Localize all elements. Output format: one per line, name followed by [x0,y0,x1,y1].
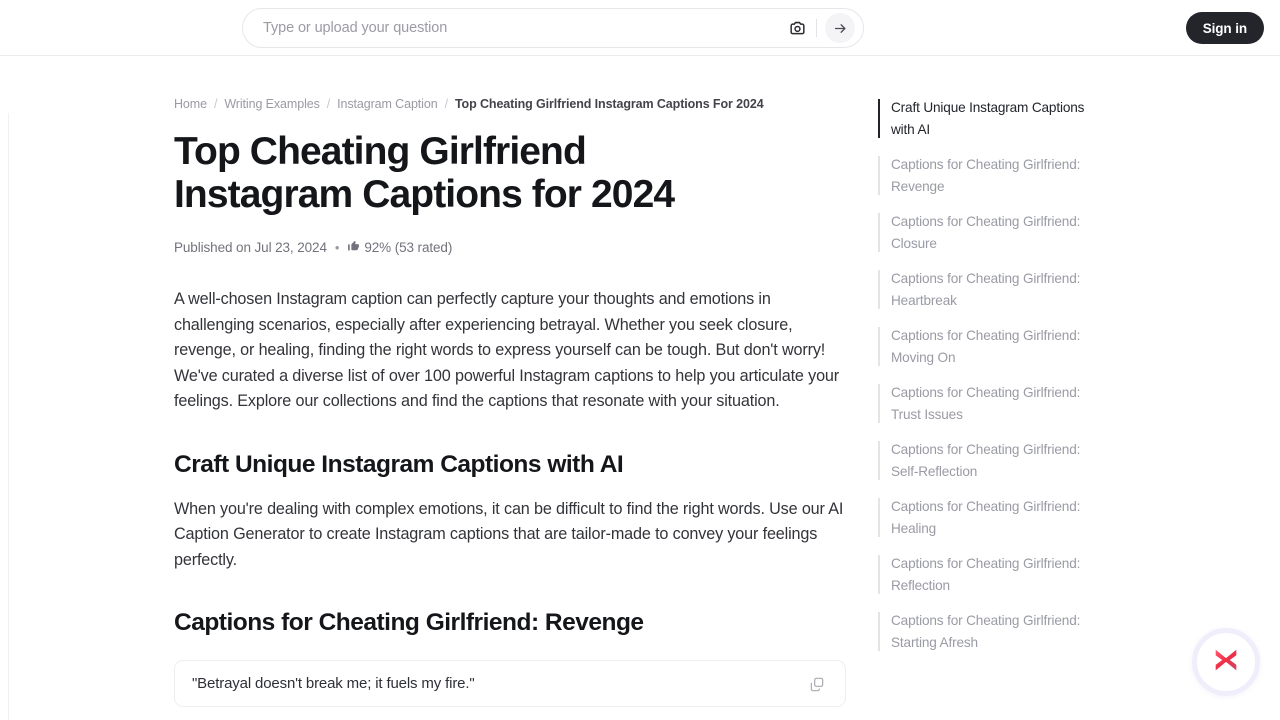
app-header: Sign in [0,0,1280,56]
sign-in-button[interactable]: Sign in [1185,12,1264,44]
toc-item-healing[interactable]: Captions for Cheating Girlfriend: Healin… [878,496,1110,539]
toc-item-self-reflection[interactable]: Captions for Cheating Girlfriend: Self-R… [878,439,1110,482]
section-heading-craft-ai: Craft Unique Instagram Captions with AI [174,450,624,478]
thumbs-up-icon [347,239,360,255]
breadcrumb-item-instagram-caption[interactable]: Instagram Caption [337,97,438,111]
toc-item-craft-ai[interactable]: Craft Unique Instagram Captions with AI [878,97,1110,140]
rating-badge: 92% (53 rated) [347,239,452,255]
brand-x-logo-icon [1211,645,1241,680]
rating-value: 92% (53 rated) [364,239,453,255]
page-body: Home / Writing Examples / Instagram Capt… [0,56,1280,720]
toc-item-reflection[interactable]: Captions for Cheating Girlfriend: Reflec… [878,553,1110,596]
toc-item-heartbreak[interactable]: Captions for Cheating Girlfriend: Heartb… [878,268,1110,311]
toc-item-revenge[interactable]: Captions for Cheating Girlfriend: Reveng… [878,154,1110,197]
toc-item-trust-issues[interactable]: Captions for Cheating Girlfriend: Trust … [878,382,1110,425]
toc-item-starting-afresh[interactable]: Captions for Cheating Girlfriend: Starti… [878,610,1110,653]
breadcrumb-separator: / [444,97,448,111]
meta-separator-dot: • [334,239,340,255]
search-input[interactable] [261,19,786,37]
camera-icon[interactable] [786,17,808,39]
breadcrumb-item-writing-examples[interactable]: Writing Examples [224,97,320,111]
published-date: Published on Jul 23, 2024 [174,239,327,255]
intro-paragraph: A well-chosen Instagram caption can perf… [174,290,840,410]
floating-chat-widget-button[interactable] [1192,628,1260,696]
toc-item-closure[interactable]: Captions for Cheating Girlfriend: Closur… [878,211,1110,254]
search-bar [242,8,864,48]
section-heading-revenge: Captions for Cheating Girlfriend: Reveng… [174,609,644,636]
search-submit-button[interactable] [825,13,855,43]
section-paragraph-craft-ai: When you're dealing with complex emotion… [174,499,844,569]
breadcrumb-item-current: Top Cheating Girlfriend Instagram Captio… [454,97,764,111]
toc-item-moving-on[interactable]: Captions for Cheating Girlfriend: Moving… [878,325,1110,368]
article-meta: Published on Jul 23, 2024 • 92% (53 rate… [174,239,846,255]
page-edge-line [8,113,9,720]
copy-icon[interactable] [807,674,827,694]
breadcrumb-separator: / [213,97,218,111]
table-of-contents: Craft Unique Instagram Captions with AI … [878,97,1110,667]
breadcrumb-item-home[interactable]: Home [174,97,207,111]
search-box[interactable] [242,8,864,48]
caption-card[interactable]: "Betrayal doesn't break me; it fuels my … [174,660,846,707]
caption-text: "Betrayal doesn't break me; it fuels my … [192,675,475,692]
page-title: Top Cheating Girlfriend Instagram Captio… [174,130,675,216]
article-content: Home / Writing Examples / Instagram Capt… [174,97,846,720]
breadcrumb-separator: / [326,97,331,111]
search-divider [816,19,817,37]
breadcrumb: Home / Writing Examples / Instagram Capt… [174,97,846,111]
